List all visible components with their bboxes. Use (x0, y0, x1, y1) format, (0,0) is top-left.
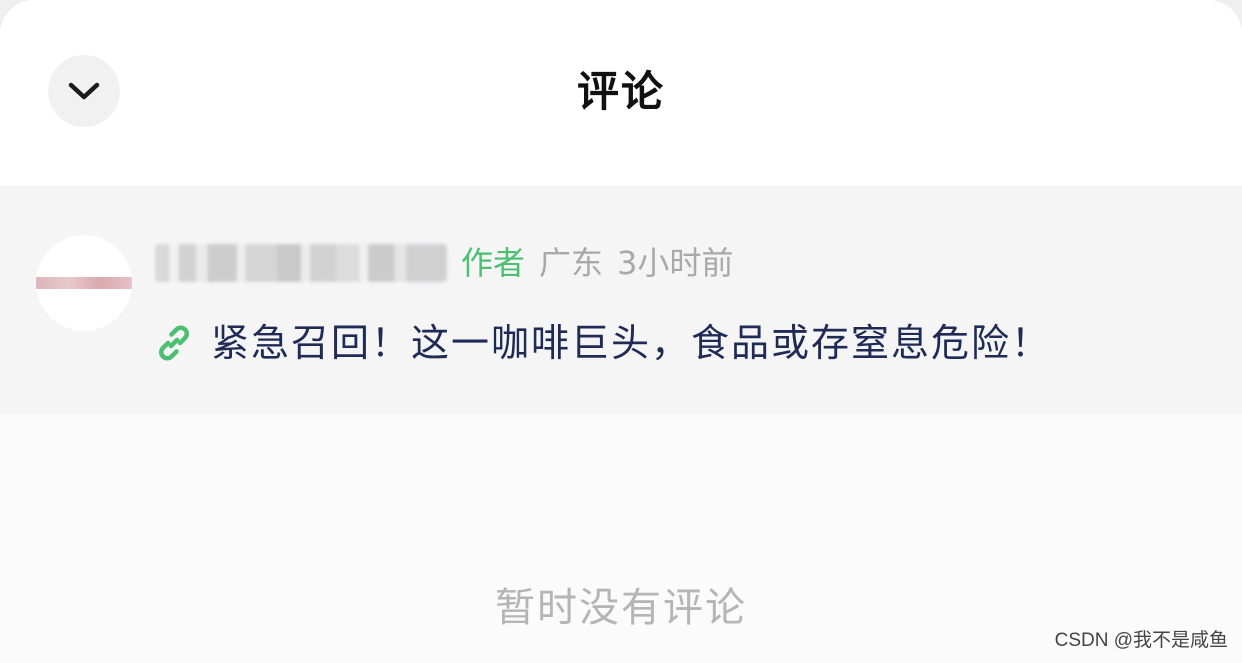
avatar[interactable] (36, 235, 132, 331)
comments-sheet: 评论 作者 广东 3小时前 紧急召回！这一咖啡巨头，食品或存窒息危险！ 暂时没有… (0, 0, 1242, 663)
post-content-link[interactable]: 紧急召回！这一咖啡巨头，食品或存窒息危险！ (155, 316, 1051, 370)
author-badge: 作者 (461, 244, 526, 282)
post-meta: 作者 广东 3小时前 (155, 236, 733, 290)
post-time: 3小时前 (617, 244, 734, 282)
page-title: 评论 (576, 67, 665, 116)
sheet-header: 评论 (0, 0, 1242, 186)
avatar-image (36, 277, 132, 289)
post-location: 广东 (539, 244, 604, 282)
watermark: CSDN @我不是咸鱼 (1054, 630, 1228, 651)
link-icon (155, 324, 193, 362)
post-content: 紧急召回！这一咖啡巨头，食品或存窒息危险！ (211, 321, 1052, 365)
username-blurred[interactable] (155, 244, 447, 282)
original-post[interactable]: 作者 广东 3小时前 紧急召回！这一咖啡巨头，食品或存窒息危险！ (0, 186, 1242, 414)
